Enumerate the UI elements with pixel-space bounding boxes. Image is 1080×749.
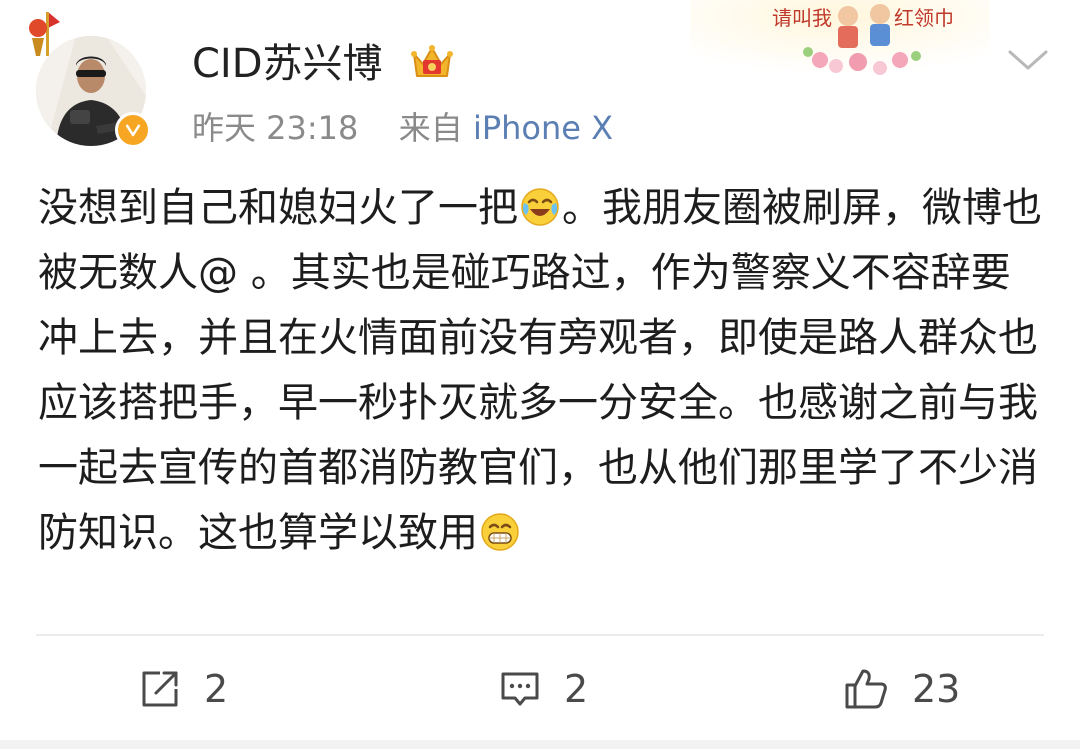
post-text-part-2: 。我朋友圈被刷屏，微博也被无数人@ 。其实也是碰巧路过，作为警察义不容辞要冲上去… xyxy=(38,185,1042,556)
divider xyxy=(36,634,1044,636)
crown-icon[interactable] xyxy=(410,42,454,84)
feed-separator xyxy=(0,740,1080,749)
sticker-text-left: 请叫我 xyxy=(772,6,832,30)
grin-emoji xyxy=(481,513,519,551)
laughing-tears-emoji xyxy=(521,188,559,226)
chevron-down-icon[interactable] xyxy=(1006,44,1050,76)
post-content: 没想到自己和媳妇火了一把 。我朋友圈被刷屏，微博也被无数人@ 。其实也是碰巧路过，… xyxy=(38,176,1048,566)
author-name[interactable]: CID苏兴博 xyxy=(192,38,383,90)
post-source-link[interactable]: iPhone X xyxy=(473,109,613,147)
like-button[interactable]: 23 xyxy=(842,654,960,724)
post-time: 昨天 23:18 xyxy=(192,109,359,147)
forward-icon xyxy=(142,671,178,707)
comment-button[interactable]: 2 xyxy=(498,654,588,724)
post-text-part-1: 没想到自己和媳妇火了一把 xyxy=(38,185,518,231)
comment-icon xyxy=(501,672,539,706)
forward-count: 2 xyxy=(204,667,229,711)
source-prefix: 来自 xyxy=(398,109,463,147)
comment-count: 2 xyxy=(564,667,589,711)
like-icon xyxy=(845,669,887,709)
forward-button[interactable]: 2 xyxy=(138,654,228,724)
sticker-text-right: 红领巾 xyxy=(894,6,954,30)
card-sticker[interactable]: 请叫我 红领巾 xyxy=(690,0,990,82)
like-count: 23 xyxy=(912,667,961,711)
verified-badge-icon xyxy=(115,112,151,148)
weibo-post: CID苏兴博 昨天 23:18 来自 iPhone X 请叫我 红领巾 没想到自… xyxy=(0,0,1080,749)
action-bar: 2 2 23 xyxy=(0,640,1080,736)
post-meta: 昨天 23:18 来自 iPhone X xyxy=(192,106,613,150)
